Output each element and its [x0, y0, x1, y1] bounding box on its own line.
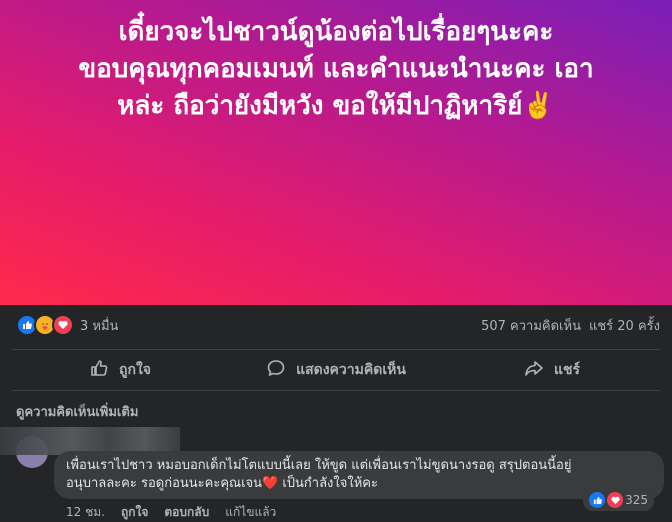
comment-reactions[interactable]: 325 — [583, 489, 654, 511]
post-stats-row: 3 หมื่น 507 ความคิดเห็น แชร์ 20 ครั้ง — [0, 305, 672, 345]
view-more-comments-link[interactable]: ดูความคิดเห็นเพิ่มเติม — [16, 401, 138, 422]
like-icon — [589, 492, 606, 508]
thumbs-up-icon — [89, 358, 109, 382]
share-arrow-icon — [524, 358, 544, 382]
comment-bubble-icon — [266, 358, 286, 382]
comment-reaction-count: 325 — [625, 493, 648, 507]
like-button[interactable]: ถูกใจ — [12, 358, 228, 382]
comment-bubble: เพื่อนเราไปชาว หมอบอกเด็กไม่โตแบบนี้เลย … — [54, 451, 664, 511]
share-button-label: แชร์ — [553, 362, 581, 378]
post-background-banner: เดี๋ยวจะไปชาวน์ดูน้องต่อไปเรื่อยๆนะคะ ขอ… — [0, 0, 672, 305]
comment-text-line-1: เพื่อนเราไปชาว หมอบอกเด็กไม่โตแบบนี้เลย … — [66, 458, 572, 473]
reactions-summary[interactable]: 3 หมื่น — [16, 314, 118, 336]
like-button-label: ถูกใจ — [119, 362, 151, 378]
post-actions-bar: ถูกใจ แสดงความคิดเห็น แชร์ — [12, 349, 660, 391]
comment-timestamp[interactable]: 12 ชม. — [66, 503, 105, 522]
comment-meta-row: 12 ชม. ถูกใจ ตอบกลับ แก้ไขแล้ว — [66, 503, 276, 522]
comment-text-line-2: อนุบาลละคะ รอดูก่อนนะคะคุณเจน❤️ เป็นกำลั… — [66, 476, 378, 491]
love-icon — [52, 314, 74, 336]
comment-reply-button[interactable]: ตอบกลับ — [164, 503, 209, 522]
share-button[interactable]: แชร์ — [444, 358, 660, 382]
post-text-line-3: หล่ะ ถือว่ายังมีหวัง ขอให้มีปาฏิหาริย์✌️ — [117, 91, 555, 121]
comment-button-label: แสดงความคิดเห็น — [296, 362, 406, 378]
post-text-line-2: ขอบคุณทุกคอมเมนท์ และคำแนะนำนะคะ เอา — [78, 54, 594, 84]
reaction-count: 3 หมื่น — [80, 318, 119, 334]
comment-button[interactable]: แสดงความคิดเห็น — [228, 358, 444, 382]
love-icon — [607, 492, 624, 508]
comment-edited-label: แก้ไขแล้ว — [225, 505, 277, 519]
comment-like-button[interactable]: ถูกใจ — [121, 503, 148, 522]
post-text-line-1: เดี๋ยวจะไปชาวน์ดูน้องต่อไปเรื่อยๆนะคะ — [118, 17, 554, 47]
comment-count-link[interactable]: 507 ความคิดเห็น — [481, 315, 581, 336]
share-count-link[interactable]: แชร์ 20 ครั้ง — [589, 315, 660, 336]
